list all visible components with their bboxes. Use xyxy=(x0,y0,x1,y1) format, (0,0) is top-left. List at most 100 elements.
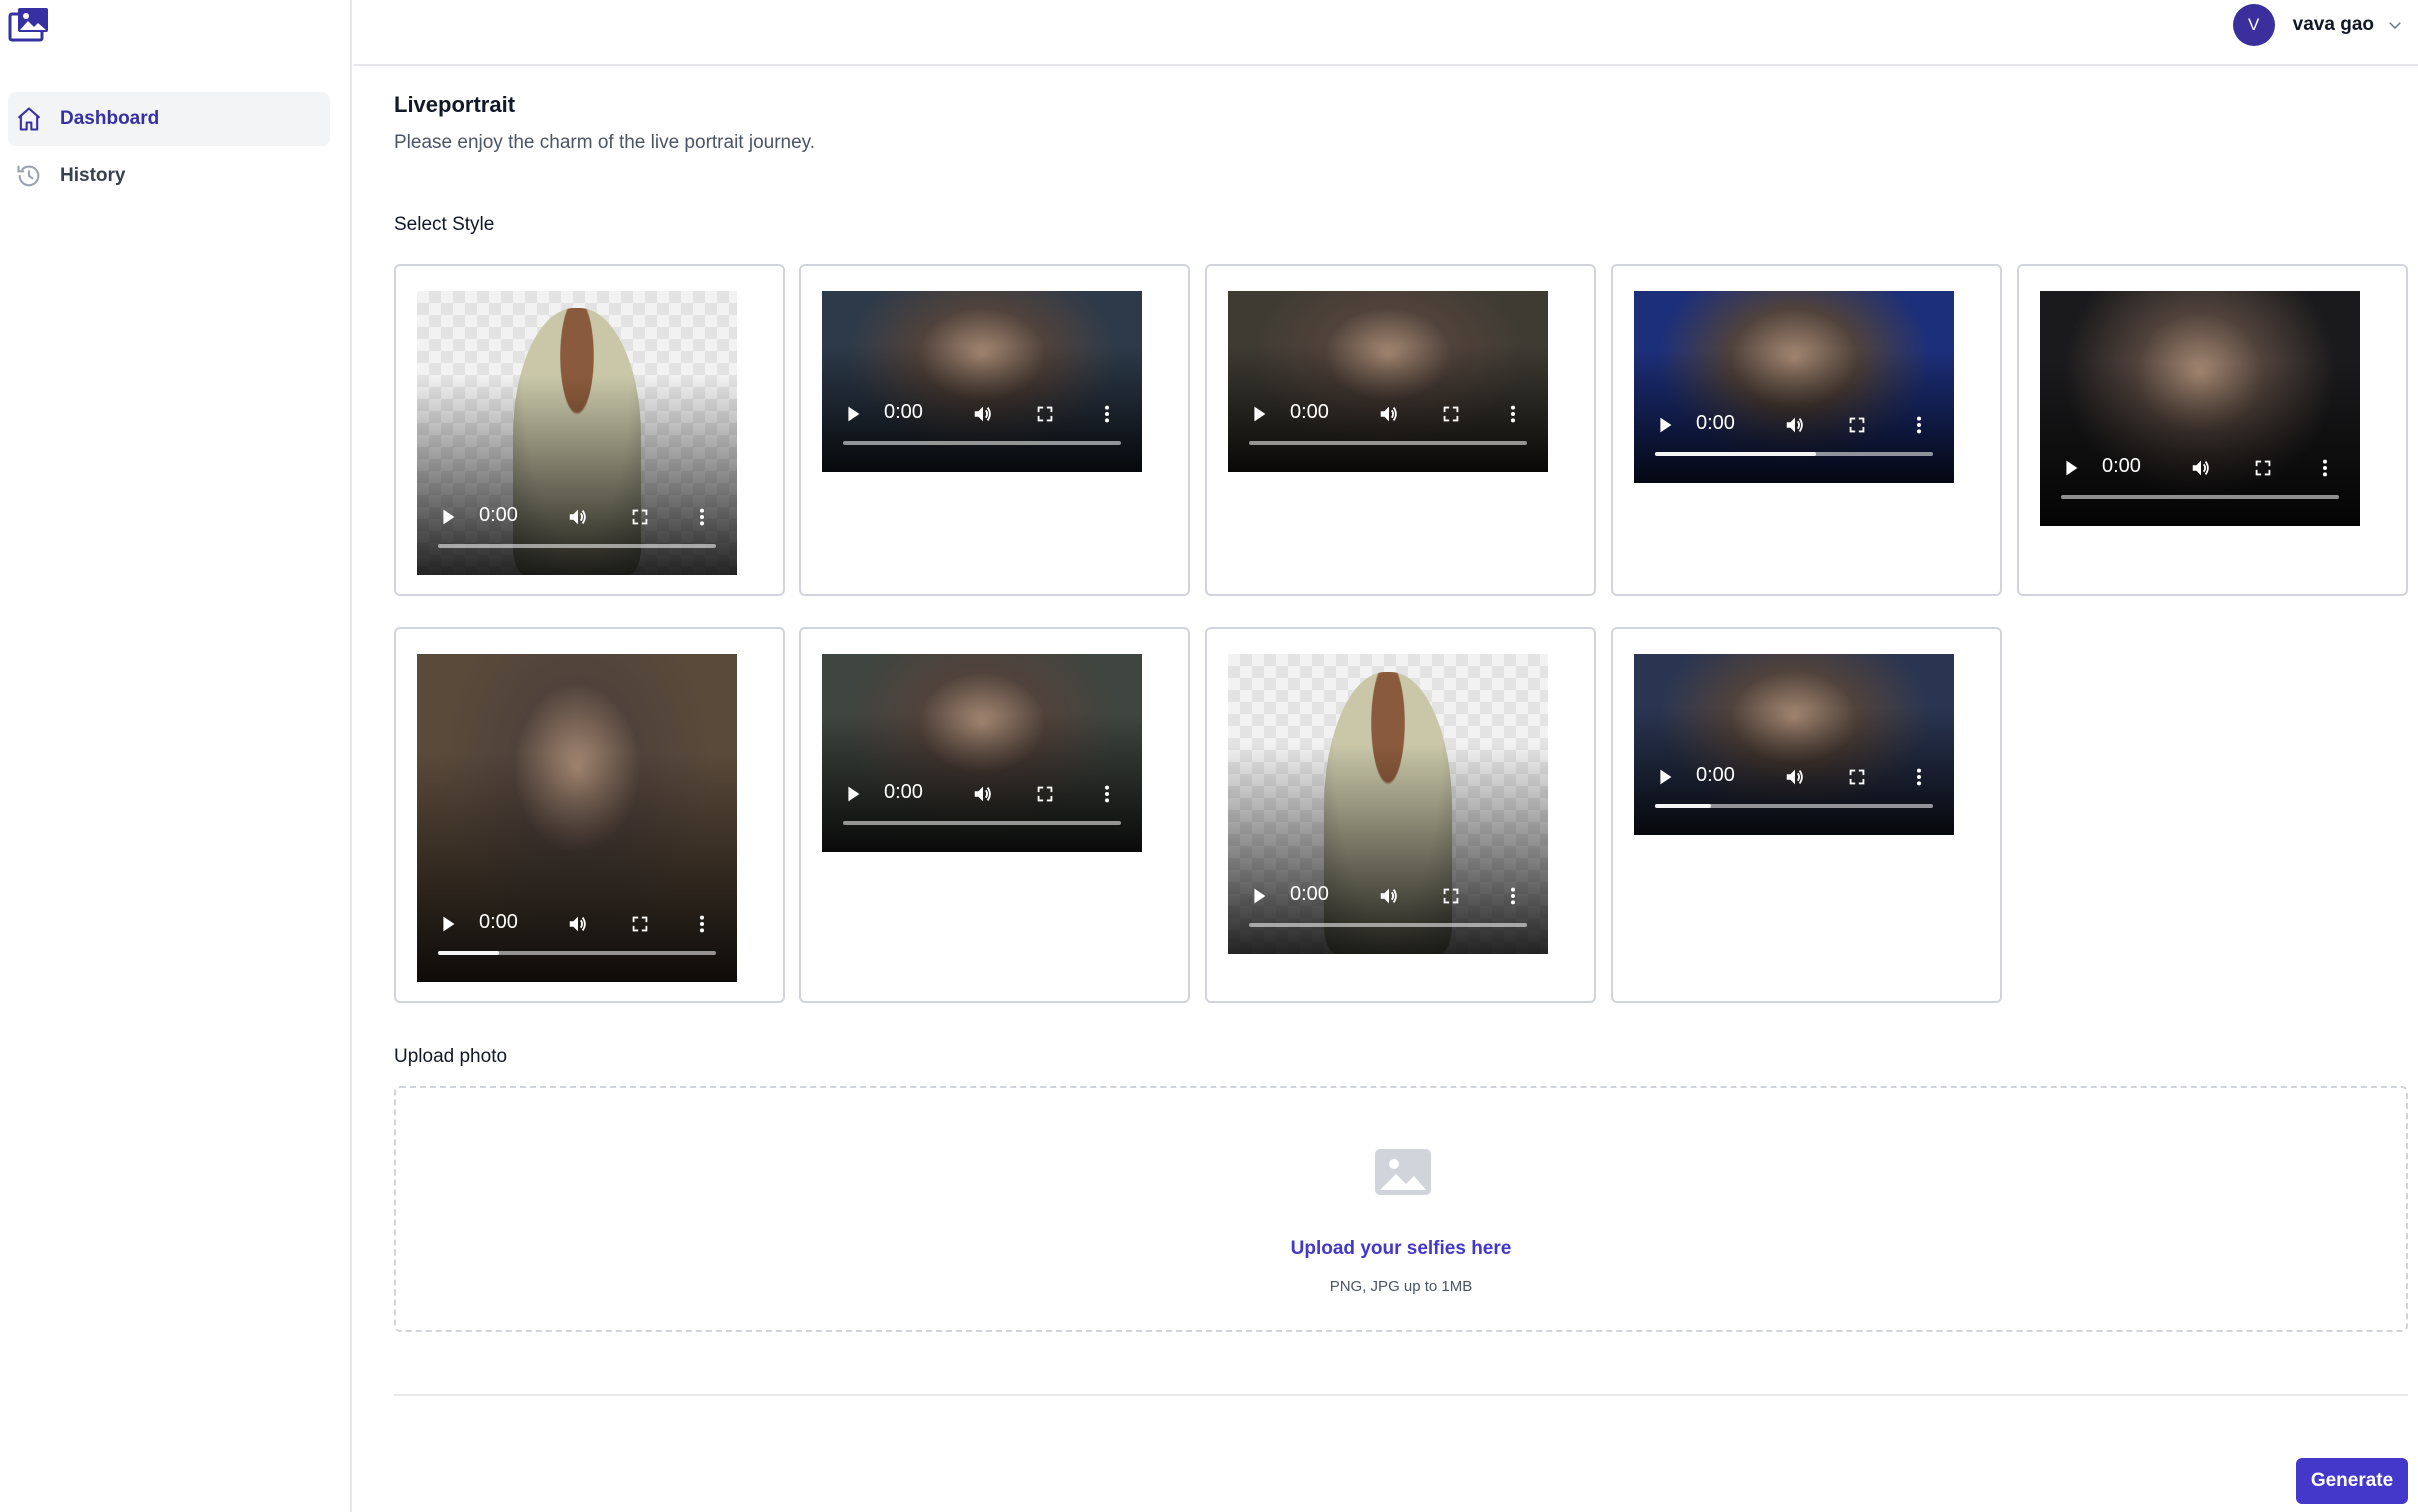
style-card[interactable]: 0:00 xyxy=(799,264,1190,596)
upload-dropzone[interactable]: Upload your selfies here PNG, JPG up to … xyxy=(394,1086,2408,1332)
volume-icon[interactable] xyxy=(970,781,996,807)
play-icon[interactable] xyxy=(1652,412,1678,438)
style-card[interactable]: 0:00 xyxy=(1205,264,1596,596)
video-time: 0:00 xyxy=(2102,455,2141,477)
fullscreen-icon[interactable] xyxy=(1844,412,1870,438)
volume-icon[interactable] xyxy=(1376,401,1402,427)
fullscreen-icon[interactable] xyxy=(1032,781,1058,807)
more-vertical-icon[interactable] xyxy=(2312,455,2338,481)
play-icon[interactable] xyxy=(840,781,866,807)
video-progress-bar[interactable] xyxy=(1655,804,1933,808)
fullscreen-icon[interactable] xyxy=(2250,455,2276,481)
chevron-down-icon xyxy=(2386,16,2404,34)
video-time: 0:00 xyxy=(884,781,923,803)
avatar: V xyxy=(2232,4,2275,46)
play-icon[interactable] xyxy=(435,504,461,530)
style-card[interactable]: 0:00 xyxy=(394,264,785,596)
style-card[interactable]: 0:00 xyxy=(394,627,785,1003)
style-video-player[interactable]: 0:00 xyxy=(1228,654,1548,954)
video-progress-bar[interactable] xyxy=(1249,441,1527,445)
user-menu[interactable]: V vava gao xyxy=(2232,3,2404,47)
style-video-player[interactable]: 0:00 xyxy=(2040,291,2360,526)
play-icon[interactable] xyxy=(840,401,866,427)
style-video-player[interactable]: 0:00 xyxy=(417,654,737,982)
top-bar: V vava gao xyxy=(354,0,2418,66)
video-controls: 0:00 xyxy=(1228,864,1548,954)
divider xyxy=(394,1394,2408,1396)
video-time: 0:00 xyxy=(1696,412,1735,434)
more-vertical-icon[interactable] xyxy=(689,504,715,530)
page-title: Liveportrait xyxy=(394,92,516,117)
style-card[interactable]: 0:00 xyxy=(1611,264,2002,596)
style-video-player[interactable]: 0:00 xyxy=(822,291,1142,472)
video-controls: 0:00 xyxy=(417,892,737,982)
style-video-player[interactable]: 0:00 xyxy=(1634,654,1954,835)
fullscreen-icon[interactable] xyxy=(1438,401,1464,427)
more-vertical-icon[interactable] xyxy=(1906,412,1932,438)
style-video-player[interactable]: 0:00 xyxy=(1228,291,1548,472)
upload-hint: PNG, JPG up to 1MB xyxy=(1329,1278,1473,1295)
fullscreen-icon[interactable] xyxy=(627,911,653,937)
video-progress-bar[interactable] xyxy=(843,821,1121,825)
sidebar-item-dashboard[interactable]: Dashboard xyxy=(8,92,330,146)
sidebar-item-label: History xyxy=(60,165,126,186)
video-controls: 0:00 xyxy=(417,485,737,575)
video-time: 0:00 xyxy=(1290,401,1329,423)
history-icon xyxy=(12,159,46,193)
sidebar: Dashboard History xyxy=(0,0,352,1512)
upload-photo-heading: Upload photo xyxy=(394,1046,508,1067)
more-vertical-icon[interactable] xyxy=(1906,764,1932,790)
style-video-player[interactable]: 0:00 xyxy=(1634,291,1954,483)
volume-icon[interactable] xyxy=(565,911,591,937)
generate-button[interactable]: Generate xyxy=(2296,1458,2408,1504)
style-card[interactable]: 0:00 xyxy=(1611,627,2002,1003)
play-icon[interactable] xyxy=(1652,764,1678,790)
video-progress-bar[interactable] xyxy=(438,951,716,955)
volume-icon[interactable] xyxy=(565,504,591,530)
style-card[interactable]: 0:00 xyxy=(1205,627,1596,1003)
style-video-player[interactable]: 0:00 xyxy=(417,291,737,575)
more-vertical-icon[interactable] xyxy=(1500,883,1526,909)
volume-icon[interactable] xyxy=(2188,455,2214,481)
more-vertical-icon[interactable] xyxy=(1094,781,1120,807)
style-card[interactable]: 0:00 xyxy=(799,627,1190,1003)
play-icon[interactable] xyxy=(435,911,461,937)
video-progress-fill xyxy=(438,951,500,955)
video-progress-bar[interactable] xyxy=(1655,452,1933,456)
video-progress-bar[interactable] xyxy=(1249,923,1527,927)
video-controls: 0:00 xyxy=(1634,393,1954,483)
user-name: vava gao xyxy=(2292,14,2374,35)
fullscreen-icon[interactable] xyxy=(1438,883,1464,909)
video-progress-bar[interactable] xyxy=(843,441,1121,445)
fullscreen-icon[interactable] xyxy=(1032,401,1058,427)
video-time: 0:00 xyxy=(1696,764,1735,786)
video-controls: 0:00 xyxy=(822,762,1142,852)
play-icon[interactable] xyxy=(1246,401,1272,427)
volume-icon[interactable] xyxy=(1376,883,1402,909)
video-progress-fill xyxy=(1655,804,1711,808)
video-progress-bar[interactable] xyxy=(438,544,716,548)
select-style-heading: Select Style xyxy=(394,214,495,235)
sidebar-item-history[interactable]: History xyxy=(8,149,330,203)
fullscreen-icon[interactable] xyxy=(1844,764,1870,790)
volume-icon[interactable] xyxy=(1782,764,1808,790)
volume-icon[interactable] xyxy=(1782,412,1808,438)
sidebar-nav: Dashboard History xyxy=(8,92,330,206)
video-time: 0:00 xyxy=(1290,883,1329,905)
app-logo-icon[interactable] xyxy=(8,6,50,42)
more-vertical-icon[interactable] xyxy=(1500,401,1526,427)
image-placeholder-icon xyxy=(1374,1148,1432,1196)
style-video-player[interactable]: 0:00 xyxy=(822,654,1142,852)
play-icon[interactable] xyxy=(1246,883,1272,909)
more-vertical-icon[interactable] xyxy=(689,911,715,937)
volume-icon[interactable] xyxy=(970,401,996,427)
play-icon[interactable] xyxy=(2058,455,2084,481)
fullscreen-icon[interactable] xyxy=(627,504,653,530)
video-controls: 0:00 xyxy=(2040,436,2360,526)
video-time: 0:00 xyxy=(479,911,518,933)
style-card[interactable]: 0:00 xyxy=(2017,264,2408,596)
more-vertical-icon[interactable] xyxy=(1094,401,1120,427)
page-subtitle: Please enjoy the charm of the live portr… xyxy=(394,132,816,153)
upload-link[interactable]: Upload your selfies here xyxy=(396,1238,2406,1260)
video-progress-bar[interactable] xyxy=(2061,495,2339,499)
